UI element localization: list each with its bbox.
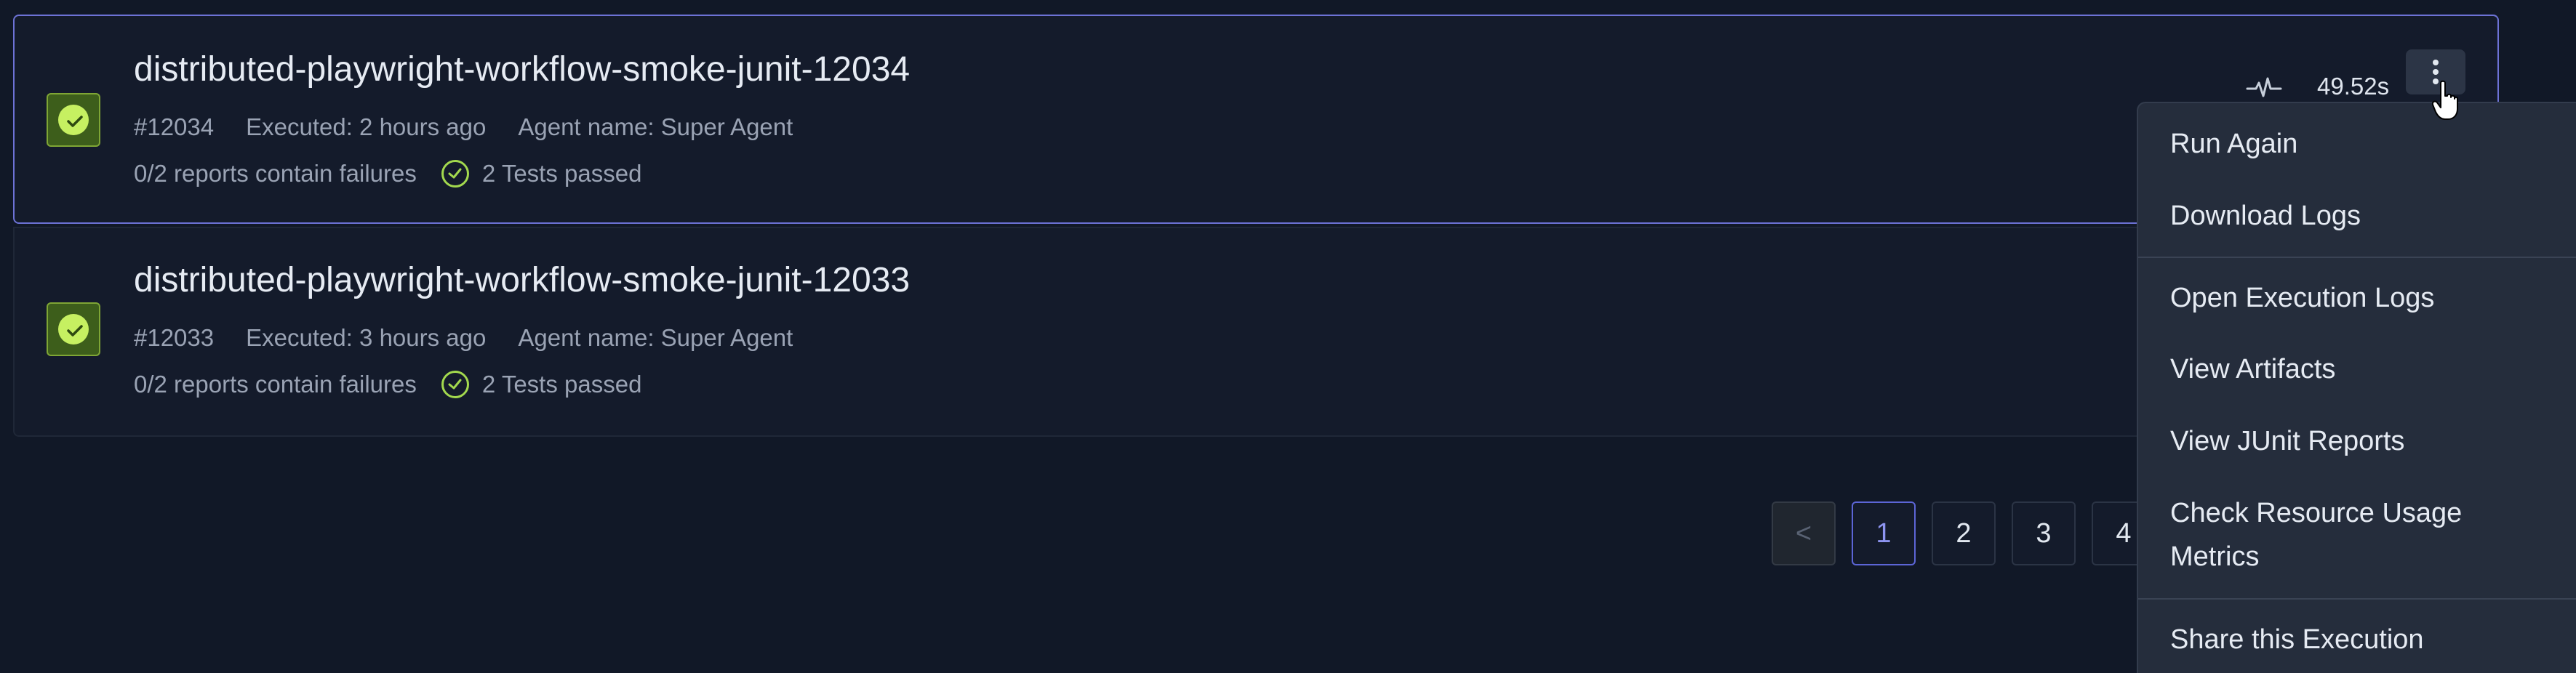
more-vertical-icon bbox=[2433, 60, 2439, 65]
menu-item-share-execution[interactable]: Share this Execution bbox=[2170, 618, 2424, 661]
passed-check-icon bbox=[441, 371, 469, 398]
execution-meta: #12034 Executed: 2 hours ago Agent name: S… bbox=[134, 113, 825, 141]
menu-divider bbox=[2138, 257, 2576, 258]
menu-divider bbox=[2138, 598, 2576, 600]
execution-summary: 0/2 reports contain failures 2 Tests pas… bbox=[134, 371, 641, 398]
tests-passed-text: 2 Tests passed bbox=[481, 371, 642, 398]
pagination-page-3[interactable]: 3 bbox=[2012, 501, 2076, 565]
pagination-prev-button[interactable]: < bbox=[1772, 501, 1836, 565]
execution-title[interactable]: distributed-playwright-workflow-smoke-ju… bbox=[134, 260, 910, 300]
pagination-page-1[interactable]: 1 bbox=[1852, 501, 1916, 565]
execution-row[interactable]: distributed-playwright-workflow-smoke-ju… bbox=[13, 227, 2499, 437]
menu-item-check-resource-usage[interactable]: Check Resource Usage Metrics bbox=[2170, 491, 2490, 579]
menu-item-run-again[interactable]: Run Again bbox=[2170, 122, 2297, 166]
pagination-page-2[interactable]: 2 bbox=[1932, 501, 1996, 565]
pointer-cursor-icon bbox=[2432, 80, 2458, 120]
failures-text: 0/2 reports contain failures bbox=[134, 371, 417, 398]
executed-time: Executed: 2 hours ago bbox=[246, 113, 487, 140]
passed-check-icon bbox=[441, 160, 469, 188]
menu-item-view-junit-reports[interactable]: View JUnit Reports bbox=[2170, 419, 2404, 463]
menu-item-download-logs[interactable]: Download Logs bbox=[2170, 194, 2361, 238]
more-vertical-icon-dot bbox=[2433, 69, 2439, 75]
execution-id: #12034 bbox=[134, 113, 215, 140]
status-passed-badge bbox=[47, 302, 100, 356]
execution-meta: #12033 Executed: 3 hours ago Agent name: S… bbox=[134, 324, 825, 352]
execution-actions-menu: Run Again Download Logs Open Execution L… bbox=[2137, 102, 2576, 673]
execution-summary: 0/2 reports contain failures 2 Tests pas… bbox=[134, 160, 641, 188]
execution-id: #12033 bbox=[134, 324, 215, 351]
executions-page: distributed-playwright-workflow-smoke-ju… bbox=[0, 0, 2576, 673]
execution-title[interactable]: distributed-playwright-workflow-smoke-ju… bbox=[134, 49, 910, 89]
activity-icon bbox=[2246, 77, 2282, 97]
agent-name: Agent name: Super Agent bbox=[518, 324, 793, 351]
menu-item-view-artifacts[interactable]: View Artifacts bbox=[2170, 347, 2335, 391]
check-icon bbox=[67, 325, 83, 336]
agent-name: Agent name: Super Agent bbox=[518, 113, 793, 140]
duration-text: 49.52s bbox=[2317, 73, 2390, 100]
tests-passed-text: 2 Tests passed bbox=[481, 160, 642, 187]
execution-row[interactable]: distributed-playwright-workflow-smoke-ju… bbox=[13, 15, 2499, 224]
check-icon bbox=[67, 116, 83, 127]
menu-item-open-execution-logs[interactable]: Open Execution Logs bbox=[2170, 276, 2434, 320]
status-passed-badge bbox=[47, 93, 100, 147]
executed-time: Executed: 3 hours ago bbox=[246, 324, 487, 351]
failures-text: 0/2 reports contain failures bbox=[134, 160, 417, 187]
